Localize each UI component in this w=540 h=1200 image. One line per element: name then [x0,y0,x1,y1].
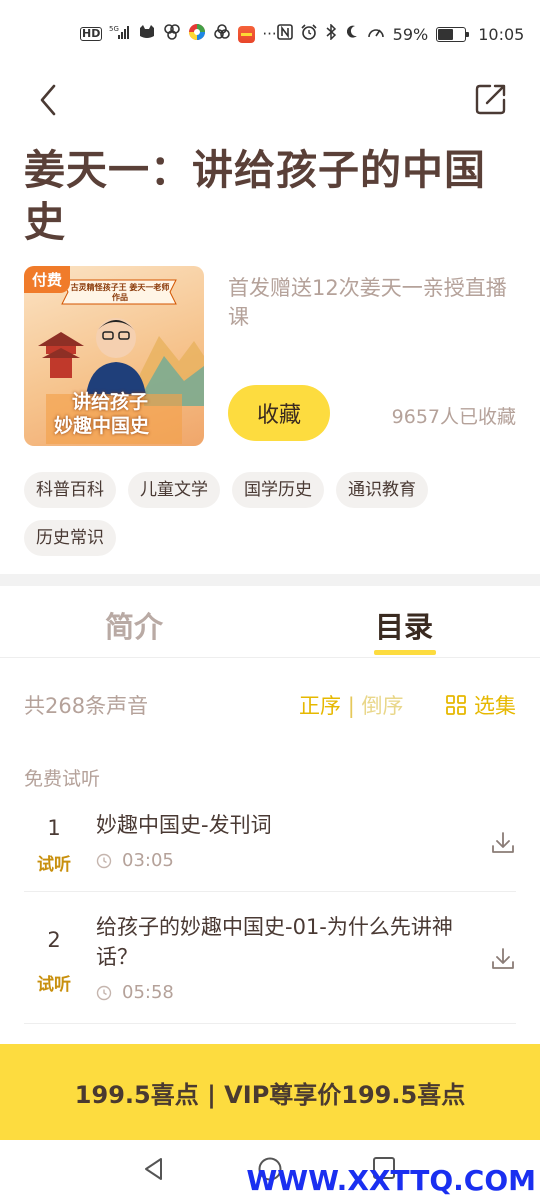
download-icon[interactable] [490,830,516,856]
clock-icon [96,985,112,1000]
tag-list: 科普百科 儿童文学 国学历史 通识教育 历史常识 [24,472,524,556]
battery-fill [438,28,454,40]
svg-text:5G: 5G [109,25,119,33]
tab-active-indicator [374,650,436,655]
cover-title-line2: 妙趣中国史 [54,415,150,437]
download-icon[interactable] [490,946,516,972]
red-app-icon [238,25,256,43]
nav-bar [0,70,540,130]
tab-bar: 简介 目录 [0,590,540,658]
sort-asc-button[interactable]: 正序 [299,694,341,718]
track-total: 共268条声音 [24,694,149,718]
share-button[interactable] [474,82,508,116]
track-row[interactable]: 1 试听 妙趣中国史-发刊词 03:05 [24,806,516,892]
battery-icon [436,26,470,42]
duration-text: 03:05 [122,850,174,871]
clock-icon [96,853,112,868]
tag-item[interactable]: 儿童文学 [128,472,220,508]
duration-text: 05:58 [122,982,174,1003]
track-title: 给孩子的妙趣中国史-01-为什么先讲神话？ [96,915,453,969]
album-title: 姜天一：讲给孩子的中国史 [24,146,486,246]
tag-item[interactable]: 国学历史 [232,472,324,508]
album-cover[interactable]: 付费 讲给孩子 妙趣中国史 古灵精怪孩子王 姜天一老师作品 [24,266,204,446]
track-number: 1 [47,816,61,840]
tab-catalog[interactable]: 目录 [375,604,433,646]
watermark: WWW.XXTTQ.COM [246,1164,536,1197]
tag-item[interactable]: 科普百科 [24,472,116,508]
tag-item[interactable]: 历史常识 [24,520,116,556]
hd-icon: HD [80,27,103,41]
collect-count: 9657人已收藏 [391,406,516,428]
track-duration: 05:58 [96,982,174,1003]
chevron-left-icon [40,84,56,116]
alarm-icon [301,24,317,44]
cover-title-line1: 讲给孩子 [72,391,149,413]
battery-percent: 59% [392,24,429,44]
tag-item[interactable]: 通识教育 [336,472,428,508]
status-system: 59% 10:05 [276,23,525,44]
grid-icon [446,695,466,715]
bluetooth-icon [325,23,337,44]
moon-icon [345,24,359,44]
track-number: 2 [47,928,61,952]
track-duration: 03:05 [96,850,174,871]
paid-badge: 付费 [24,266,71,293]
purchase-bar[interactable]: 199.5喜点 | VIP尊享价199.5喜点 [0,1044,540,1140]
cover-title: 讲给孩子 妙趣中国史 [54,390,149,438]
more-notifications-icon: ··· [262,24,277,43]
speed-icon [367,24,385,44]
promo-text: 首发赠送12次姜天一亲授直播课 [228,276,507,329]
tab-intro[interactable]: 简介 [105,604,163,646]
cloud-app-icon-2 [213,24,231,44]
sort-toggle: 正序 | 倒序 [299,690,403,720]
section-divider [0,574,540,586]
track-title: 妙趣中国史-发刊词 [96,813,272,837]
nav-back-icon[interactable] [142,1156,166,1182]
list-header: 共268条声音 正序 | 倒序 选集 [24,688,516,722]
select-episodes-button[interactable]: 选集 [446,690,516,720]
collect-button[interactable]: 收藏 [228,385,330,441]
sort-desc-button[interactable]: 倒序 [361,694,403,718]
back-button[interactable] [34,82,64,118]
color-app-icon [188,23,206,45]
status-icons: HD 5G ··· [80,23,277,45]
clock: 10:05 [478,24,525,44]
sort-separator: | [347,694,355,718]
cat-app-icon [138,24,156,44]
trial-badge: 试听 [37,855,71,875]
track-row[interactable]: 2 试听 给孩子的妙趣中国史-01-为什么先讲神话？ 05:58 [24,906,516,1024]
signal-icon: 5G [109,24,131,44]
select-episodes-label: 选集 [474,694,516,718]
free-section-label: 免费试听 [24,768,101,790]
cover-subtitle: 古灵精怪孩子王 姜天一老师作品 [70,283,170,302]
purchase-price: 199.5喜点 | VIP尊享价199.5喜点 [74,1080,466,1109]
trial-badge: 试听 [37,975,71,995]
share-icon [475,84,506,115]
nfc-icon [276,24,293,44]
cloud-app-icon [163,24,181,44]
status-bar: HD 5G ··· 59% 10:05 [0,0,540,68]
